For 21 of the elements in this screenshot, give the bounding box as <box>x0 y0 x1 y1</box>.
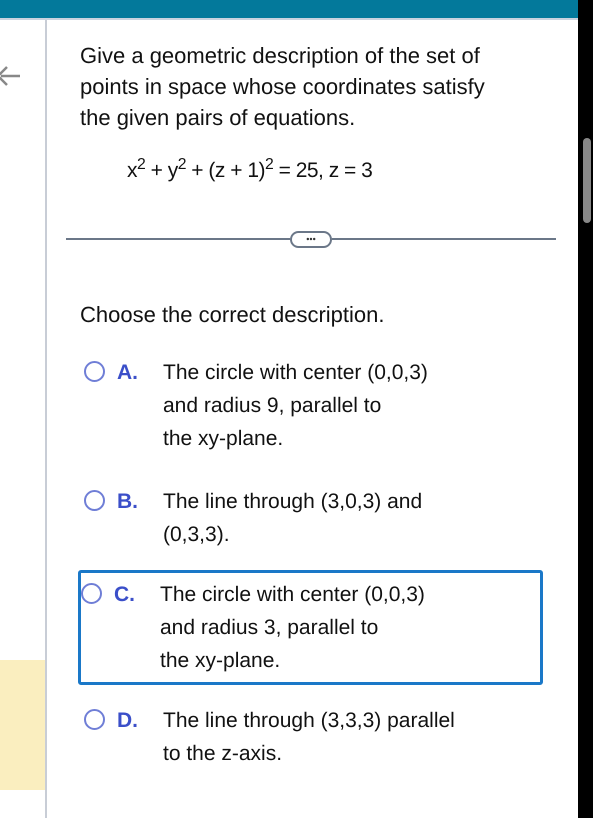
answer-option[interactable]: A. The circle with center (0,0,3) and radius 9, parallel to the xy-plane. <box>80 344 545 466</box>
radio-button[interactable] <box>84 708 105 730</box>
answer-option[interactable]: B. The line through (3,0,3) and (0,3,3). <box>80 474 545 562</box>
option-letter: D. <box>117 708 139 734</box>
equation: x$^{2}$ + y$^{2}$ + (z + 1)$^{2}$ = 25, z = 3 <box>127 155 374 184</box>
answer-option-focused[interactable]: C. The circle with center (0,0,3) and radius 3, parallel to the xy-plane. <box>78 570 543 684</box>
radio-button[interactable] <box>84 360 105 382</box>
answer-option[interactable]: D. The line through (3,3,3) parallel to the z-axis. <box>80 692 545 780</box>
option-letter: A. <box>117 360 139 386</box>
option-letter: C. <box>114 582 136 608</box>
prompt-text: Choose the correct description. <box>80 300 386 329</box>
option-text: The line through (3,3,3) parallel to the z-axis. <box>163 708 455 766</box>
expand-button[interactable]: ••• <box>290 230 332 248</box>
radio-button[interactable] <box>84 490 105 510</box>
option-text: The circle with center (0,0,3) and radius 3, parallel to the xy-plane. <box>160 582 425 674</box>
question-text: Give a geometric description of the set of points in space whose coordinates satisfy the given pairs of equations. <box>80 42 486 132</box>
radio-button[interactable] <box>81 582 102 604</box>
option-text: The circle with center (0,0,3) and radius 9, parallel to the xy-plane. <box>163 360 428 452</box>
scrollbar-thumb[interactable] <box>583 138 591 223</box>
option-text: The line through (3,0,3) and (0,3,3). <box>163 488 422 548</box>
option-letter: B. <box>117 488 139 514</box>
